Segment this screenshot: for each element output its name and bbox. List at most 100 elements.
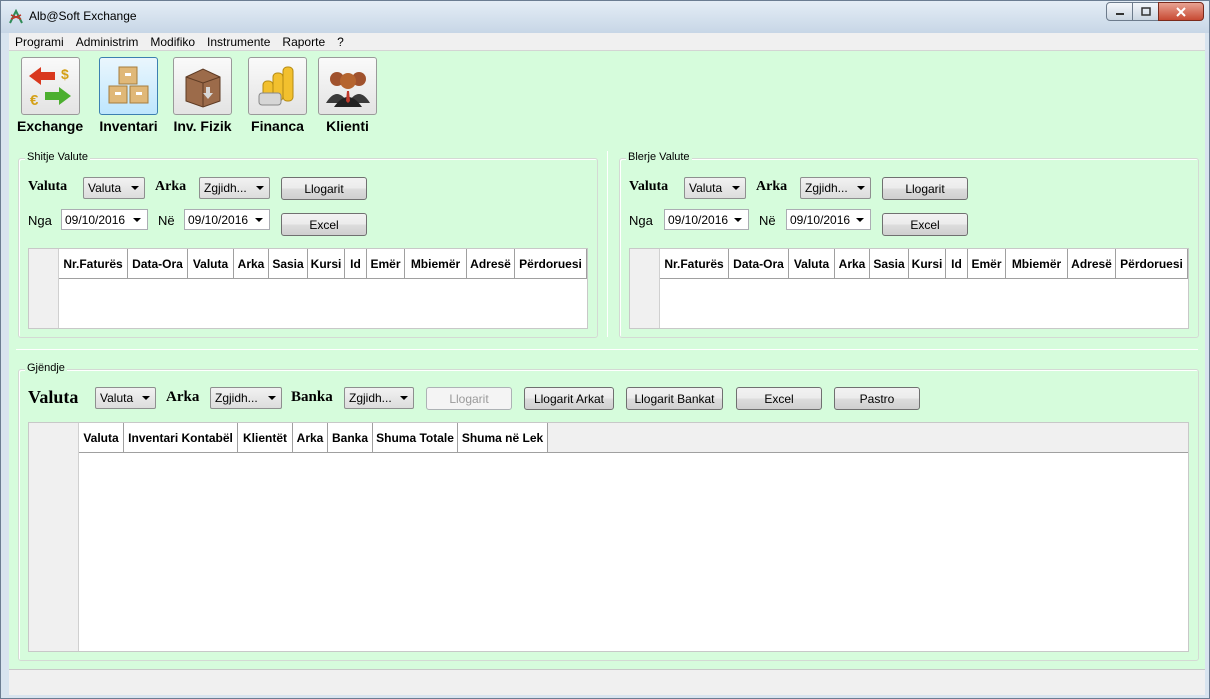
sell-col-id[interactable]: Id: [345, 249, 367, 278]
app-window: Alb@Soft Exchange Programi Administrim M…: [0, 0, 1210, 699]
sell-from-label: Nga: [28, 213, 52, 228]
buy-col-mbiemer[interactable]: Mbiemër: [1006, 249, 1068, 278]
stock-arka-select[interactable]: Zgjidh...: [210, 387, 282, 409]
stock-clear-button[interactable]: Pastro: [834, 387, 920, 410]
maximize-button[interactable]: [1132, 2, 1159, 21]
buy-table[interactable]: Nr.Faturës Data-Ora Valuta Arka Sasia Ku…: [629, 248, 1189, 329]
sell-col-adrese[interactable]: Adresë: [467, 249, 515, 278]
sell-col-mbiemer[interactable]: Mbiemër: [405, 249, 467, 278]
chevron-down-icon: [857, 186, 865, 190]
sell-col-arka[interactable]: Arka: [234, 249, 269, 278]
tool-inventari[interactable]: Inventari: [99, 57, 158, 134]
users-icon: [325, 72, 370, 107]
tool-financa[interactable]: Financa: [248, 57, 307, 134]
sell-col-valuta[interactable]: Valuta: [188, 249, 234, 278]
menu-administrim[interactable]: Administrim: [70, 33, 145, 51]
buy-to-date[interactable]: 09/10/2016: [786, 209, 871, 230]
menu-programi[interactable]: Programi: [9, 33, 70, 51]
sell-arka-label: Arka: [155, 179, 187, 194]
close-button[interactable]: [1158, 2, 1204, 21]
buy-arka-value: Zgjidh...: [805, 181, 848, 195]
sell-arka-select[interactable]: Zgjidh...: [199, 177, 270, 199]
buy-arka-label: Arka: [756, 179, 788, 194]
buy-col-emer[interactable]: Emër: [968, 249, 1006, 278]
buy-col-datetime[interactable]: Data-Ora: [729, 249, 789, 278]
sell-col-perdoruesi[interactable]: Përdoruesi: [515, 249, 587, 278]
menu-help[interactable]: ?: [331, 33, 350, 51]
sell-to-value: 09/10/2016: [188, 212, 249, 227]
main-panel: $ € Exchange Inventari Inv. Fizik Financ…: [9, 51, 1205, 669]
stock-table-header: Valuta Inventari Kontabël Klientët Arka …: [79, 423, 1188, 453]
vertical-divider: [607, 151, 608, 337]
sell-col-kursi[interactable]: Kursi: [308, 249, 345, 278]
stock-table[interactable]: Valuta Inventari Kontabël Klientët Arka …: [28, 422, 1189, 652]
sell-to-label: Në: [158, 213, 175, 228]
buy-col-arka[interactable]: Arka: [835, 249, 870, 278]
stock-col-banka[interactable]: Banka: [328, 423, 373, 452]
sell-table[interactable]: Nr.Faturës Data-Ora Valuta Arka Sasia Ku…: [28, 248, 588, 329]
buy-valuta-select[interactable]: Valuta: [684, 177, 746, 199]
tool-exchange[interactable]: $ € Exchange: [17, 57, 83, 134]
buy-col-valuta[interactable]: Valuta: [789, 249, 835, 278]
tool-financa-button[interactable]: [248, 57, 307, 115]
tool-exchange-label: Exchange: [17, 118, 84, 134]
buy-arka-select[interactable]: Zgjidh...: [800, 177, 871, 199]
sell-calc-button[interactable]: Llogarit: [281, 177, 367, 200]
buy-from-date[interactable]: 09/10/2016: [664, 209, 749, 230]
sell-col-datetime[interactable]: Data-Ora: [128, 249, 188, 278]
minimize-button[interactable]: [1106, 2, 1133, 21]
tool-inv-fizik[interactable]: Inv. Fizik: [173, 57, 232, 134]
stock-valuta-value: Valuta: [100, 391, 134, 405]
menu-raporte[interactable]: Raporte: [276, 33, 331, 51]
stock-col-shuma-totale[interactable]: Shuma Totale: [373, 423, 458, 452]
stock-group-title: Gjëndje: [25, 362, 67, 374]
buy-excel-button[interactable]: Excel: [882, 213, 968, 236]
sell-col-emer[interactable]: Emër: [367, 249, 405, 278]
title-bar[interactable]: Alb@Soft Exchange: [1, 1, 1209, 33]
chevron-down-icon: [142, 396, 150, 400]
stock-banka-label: Banka: [291, 389, 333, 405]
tool-exchange-button[interactable]: $ €: [20, 57, 80, 115]
menu-modifiko[interactable]: Modifiko: [144, 33, 201, 51]
exchange-icon: $ €: [29, 66, 72, 109]
sell-from-date[interactable]: 09/10/2016: [61, 209, 148, 230]
buy-col-perdoruesi[interactable]: Përdoruesi: [1116, 249, 1188, 278]
buy-col-id[interactable]: Id: [946, 249, 968, 278]
buy-col-invoice[interactable]: Nr.Faturës: [660, 249, 729, 278]
maximize-icon: [1140, 6, 1151, 16]
sell-to-date[interactable]: 09/10/2016: [184, 209, 270, 230]
sell-col-sasia[interactable]: Sasia: [269, 249, 308, 278]
stock-calc-bankat-button[interactable]: Llogarit Bankat: [626, 387, 723, 410]
menu-instrumente[interactable]: Instrumente: [201, 33, 276, 51]
stock-calc-arkat-button[interactable]: Llogarit Arkat: [524, 387, 614, 410]
coins-icon: [258, 66, 293, 106]
tool-inv-fizik-label: Inv. Fizik: [173, 118, 232, 134]
stock-col-inventari[interactable]: Inventari Kontabël: [124, 423, 238, 452]
stock-table-row-header: [29, 423, 79, 651]
stock-excel-button[interactable]: Excel: [736, 387, 822, 410]
sell-col-invoice[interactable]: Nr.Faturës: [59, 249, 128, 278]
stock-col-shuma-lek[interactable]: Shuma në Lek: [458, 423, 548, 452]
sell-group-title: Shitje Valute: [25, 151, 90, 163]
tool-klienti-label: Klienti: [326, 118, 369, 134]
stock-banka-select[interactable]: Zgjidh...: [344, 387, 414, 409]
tool-inventari-button[interactable]: [99, 57, 158, 115]
stock-valuta-select[interactable]: Valuta: [95, 387, 156, 409]
sell-excel-button[interactable]: Excel: [281, 213, 367, 236]
buy-group-title: Blerje Valute: [626, 151, 692, 163]
tool-klienti[interactable]: Klienti: [318, 57, 377, 134]
stock-col-klientet[interactable]: Klientët: [238, 423, 293, 452]
tool-inv-fizik-button[interactable]: [173, 57, 232, 115]
buy-calc-button[interactable]: Llogarit: [882, 177, 968, 200]
tool-klienti-button[interactable]: [318, 57, 377, 115]
sell-valuta-value: Valuta: [88, 181, 122, 195]
buy-col-kursi[interactable]: Kursi: [909, 249, 946, 278]
sell-valuta-select[interactable]: Valuta: [83, 177, 145, 199]
buy-col-adrese[interactable]: Adresë: [1068, 249, 1116, 278]
stock-col-valuta[interactable]: Valuta: [79, 423, 124, 452]
chevron-down-icon: [732, 186, 740, 190]
stock-calc-button[interactable]: Llogarit: [426, 387, 512, 410]
chevron-down-icon: [255, 218, 263, 222]
buy-col-sasia[interactable]: Sasia: [870, 249, 909, 278]
stock-col-arka[interactable]: Arka: [293, 423, 328, 452]
